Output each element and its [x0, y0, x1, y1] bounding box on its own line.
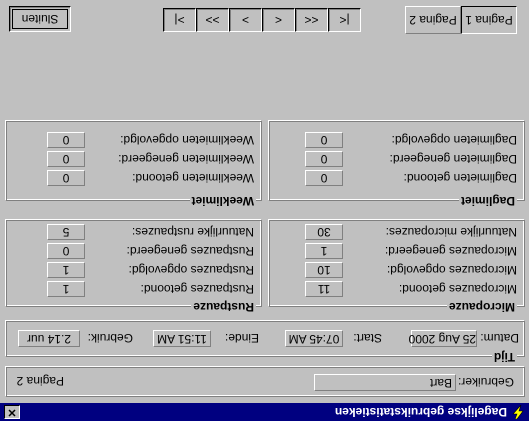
- last-record-button[interactable]: >|: [163, 8, 196, 32]
- sluiten-button[interactable]: Sluiten: [9, 6, 71, 32]
- micro-natuurlijk-label: Natuurlijke micropauzes:: [385, 225, 517, 239]
- dag-genegeerd-label: Daglimieten genegeerd:: [389, 152, 517, 166]
- rust-opgevolgd-field: 1: [47, 262, 85, 278]
- user-label: Gebruiker:: [457, 375, 514, 389]
- dag-opgevolgd-label: Daglimieten opgevolgd:: [391, 133, 517, 147]
- week-genegeerd-field: 0: [47, 151, 85, 167]
- datum-field: 25 Aug 2000: [408, 330, 477, 347]
- first-record-button[interactable]: |<: [328, 8, 361, 32]
- micro-genegeerd-label: Micropauzes genegeerd:: [384, 244, 517, 258]
- week-getoond-label: Weeklimieten getoond:: [132, 171, 254, 185]
- micropauze-legend: Micropauze: [446, 300, 517, 314]
- start-label: Start:: [353, 331, 382, 345]
- datum-label: Datum:: [480, 331, 519, 345]
- micro-opgevolgd-field: 10: [305, 262, 343, 278]
- micro-opgevolgd-label: Micropauzes opgevolgd:: [386, 263, 517, 277]
- dag-genegeerd-field: 0: [305, 151, 343, 167]
- einde-field: 11:51 AM: [153, 330, 211, 347]
- rust-getoond-label: Rustpauzes getoond:: [140, 282, 254, 296]
- rust-natuurlijk-field: 5: [47, 224, 85, 240]
- dag-getoond-field: 0: [305, 170, 343, 186]
- einde-label: Einde:: [224, 331, 259, 345]
- daglimiet-legend: Daglimiet: [458, 194, 517, 208]
- window-title: Dagelijkse gebruikstatistieken: [334, 405, 507, 419]
- micro-getoond-label: Micropauzes getoond:: [398, 282, 517, 296]
- week-getoond-field: 0: [47, 170, 85, 186]
- rust-getoond-field: 1: [47, 281, 85, 297]
- dag-getoond-label: Daglimieten getoond:: [403, 171, 517, 185]
- rust-natuurlijk-label: Natuurlijke rustpauzes:: [131, 225, 254, 239]
- rust-opgevolgd-label: Rustpauzes opgevolgd:: [128, 263, 254, 277]
- page-indicator: Pagina 2: [16, 374, 64, 388]
- user-field: Bart: [314, 374, 456, 391]
- tab-pagina-1[interactable]: Pagina 1: [461, 6, 517, 34]
- gebruik-label: Gebruik:: [87, 331, 133, 345]
- week-opgevolgd-field: 0: [47, 132, 85, 148]
- statistics-dialog: Dagelijkse gebruikstatistieken ✕ Gebruik…: [0, 0, 529, 421]
- weeklimiet-legend: Weeklimiet: [189, 194, 256, 208]
- prev-record-button[interactable]: <: [262, 8, 295, 32]
- next-record-button[interactable]: >: [229, 8, 262, 32]
- lightning-icon: [512, 405, 524, 419]
- week-genegeerd-label: Weeklimieten genegeerd:: [118, 152, 254, 166]
- prev-page-button[interactable]: <<: [295, 8, 328, 32]
- next-page-button[interactable]: >>: [196, 8, 229, 32]
- micro-getoond-field: 11: [305, 281, 343, 297]
- micro-natuurlijk-field: 30: [305, 224, 343, 240]
- title-bar[interactable]: Dagelijkse gebruikstatistieken ✕: [0, 403, 529, 421]
- tab-pagina-2[interactable]: Pagina 2: [405, 6, 461, 34]
- close-window-button[interactable]: ✕: [4, 405, 20, 419]
- gebruik-field: 2.14 uur: [18, 330, 80, 347]
- rust-genegeerd-field: 0: [47, 243, 85, 259]
- micro-genegeerd-field: 1: [305, 243, 343, 259]
- start-field: 07:45 AM: [285, 330, 343, 347]
- dag-opgevolgd-field: 0: [305, 132, 343, 148]
- week-opgevolgd-label: Weeklimieten opgevolgd:: [120, 133, 254, 147]
- tijd-legend: Tijd: [491, 350, 517, 364]
- rust-genegeerd-label: Rustpauzes genegeerd:: [126, 244, 254, 258]
- rustpauze-legend: Rustpauze: [191, 300, 256, 314]
